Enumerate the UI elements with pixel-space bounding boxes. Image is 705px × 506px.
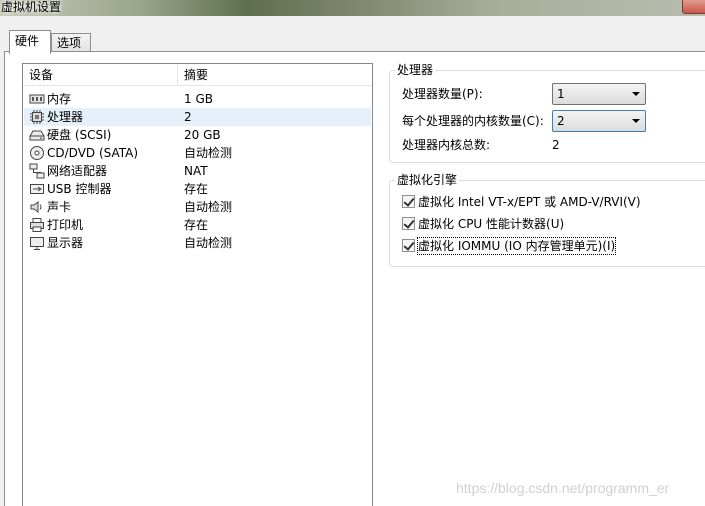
device-name: 处理器 [47, 110, 84, 124]
device-name: 打印机 [47, 218, 84, 232]
processor-count-value: 1 [557, 87, 565, 101]
device-name: 显示器 [47, 236, 84, 250]
device-row-network[interactable]: 网络适配器 NAT [24, 162, 371, 180]
device-list[interactable]: 设备 摘要 内存 1 GB 处理器 2 硬盘 (SCSI) 20 GB CD/D… [22, 63, 373, 506]
cpu-counters-checkbox[interactable] [402, 217, 415, 230]
device-list-header: 设备 摘要 [23, 64, 372, 86]
processor-count-label: 处理器数量(P): [402, 87, 483, 101]
device-name: CD/DVD (SATA) [47, 146, 139, 160]
device-summary: 2 [184, 110, 192, 124]
device-name: USB 控制器 [47, 182, 112, 196]
total-cores-label: 处理器内核总数: [402, 138, 491, 152]
device-row-display[interactable]: 显示器 自动检测 [24, 234, 371, 252]
device-row-sound[interactable]: 声卡 自动检测 [24, 198, 371, 216]
cores-per-processor-label: 每个处理器的内核数量(C): [402, 114, 544, 128]
sound-icon [29, 199, 45, 215]
device-name: 声卡 [47, 200, 72, 214]
cores-per-processor-select[interactable]: 2 [552, 110, 646, 132]
processor-group-title: 处理器 [395, 63, 436, 77]
column-header-summary[interactable]: 摘要 [178, 64, 368, 86]
chevron-down-icon [632, 119, 640, 123]
display-icon [29, 235, 45, 251]
window-title: 虚拟机设置 [1, 0, 62, 14]
device-name: 网络适配器 [47, 164, 108, 178]
total-cores-value: 2 [552, 138, 560, 152]
processor-count-select[interactable]: 1 [552, 83, 646, 105]
device-row-printer[interactable]: 打印机 存在 [24, 216, 371, 234]
usb-icon [29, 181, 45, 197]
iommu-checkbox[interactable] [402, 239, 415, 252]
column-header-device[interactable]: 设备 [23, 64, 178, 86]
vtx-label[interactable]: 虚拟化 Intel VT-x/EPT 或 AMD-V/RVI(V) [418, 194, 641, 210]
device-summary: 1 GB [184, 92, 213, 106]
memory-icon [29, 91, 45, 107]
device-row-cddvd[interactable]: CD/DVD (SATA) 自动检测 [24, 144, 371, 162]
chevron-down-icon [632, 92, 640, 96]
device-summary: 20 GB [184, 128, 221, 142]
watermark: https://blog.csdn.net/programm_er [456, 480, 670, 496]
printer-icon [29, 217, 45, 233]
virtualization-group-title: 虚拟化引擎 [395, 173, 460, 187]
device-row-usb[interactable]: USB 控制器 存在 [24, 180, 371, 198]
device-name: 硬盘 (SCSI) [47, 128, 112, 142]
device-summary: 自动检测 [184, 200, 233, 214]
cpu-counters-label[interactable]: 虚拟化 CPU 性能计数器(U) [418, 216, 564, 232]
device-row-harddisk[interactable]: 硬盘 (SCSI) 20 GB [24, 126, 371, 144]
device-row-memory[interactable]: 内存 1 GB [24, 90, 371, 108]
device-summary: 自动检测 [184, 236, 233, 250]
device-summary: NAT [184, 164, 208, 178]
title-bar: 虚拟机设置 [0, 0, 705, 16]
device-summary: 存在 [184, 218, 209, 232]
tab-strip: 硬件 选项 [0, 16, 705, 54]
cores-per-processor-value: 2 [557, 114, 565, 128]
tab-options[interactable]: 选项 [51, 33, 91, 52]
iommu-label[interactable]: 虚拟化 IOMMU (IO 内存管理单元)(I) [416, 237, 617, 255]
tab-hardware[interactable]: 硬件 [9, 30, 51, 54]
device-name: 内存 [47, 92, 72, 106]
cpu-icon [29, 109, 45, 125]
network-icon [29, 163, 45, 179]
device-row-processor[interactable]: 处理器 2 [24, 108, 371, 126]
close-button[interactable] [682, 0, 705, 14]
harddisk-icon [29, 127, 45, 143]
vtx-checkbox[interactable] [402, 195, 415, 208]
cd-icon [29, 145, 45, 161]
device-summary: 存在 [184, 182, 209, 196]
device-summary: 自动检测 [184, 146, 233, 160]
